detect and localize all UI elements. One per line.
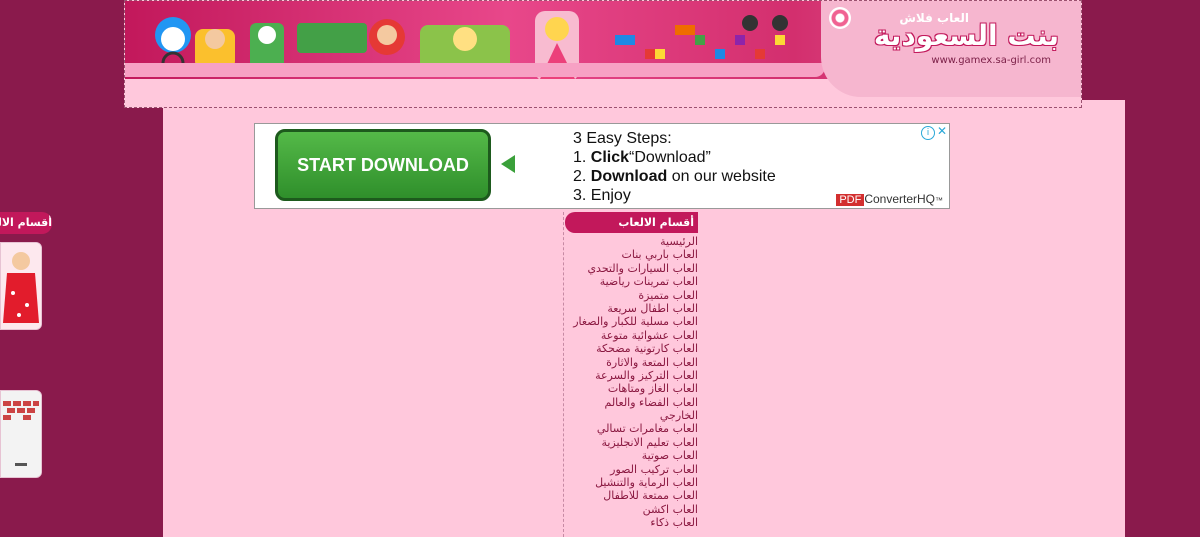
category-link[interactable]: العاب باربي بنات — [565, 248, 698, 261]
logo-url: www.gamex.sa-girl.com — [931, 55, 1051, 66]
candy-icon — [829, 7, 851, 29]
category-link[interactable]: العاب الفضاء والعالم — [565, 396, 699, 409]
category-link[interactable]: العاب عشوائية متوعة — [565, 329, 698, 342]
ad-close-icon[interactable]: ✕ — [937, 124, 947, 138]
doll-image — [1, 243, 41, 329]
ad-steps: 3 Easy Steps: 1. Click“Download” 2. Down… — [573, 129, 776, 205]
categories-menu: أقسام الالعاب الرئيسية العاب باربي بنات ال… — [563, 212, 698, 537]
game-thumbnail[interactable] — [0, 242, 42, 330]
advertisement[interactable]: START DOWNLOAD 3 Easy Steps: 1. Click“Do… — [254, 123, 950, 209]
category-link[interactable]: العاب التركيز والسرعة — [565, 369, 698, 382]
category-link[interactable]: الرئيسية — [565, 235, 698, 248]
ad-step-1: 1. Click“Download” — [573, 149, 711, 166]
ad-info-icon[interactable]: i — [921, 126, 935, 140]
start-download-button[interactable]: START DOWNLOAD — [275, 129, 491, 201]
left-sidebar: أقسام الالعاب — [0, 0, 58, 537]
category-link[interactable]: العاب تمرينات رياضية — [565, 275, 698, 288]
category-link[interactable]: العاب صوتية — [565, 449, 698, 462]
categories-heading: أقسام الالعاب — [565, 212, 698, 233]
category-link[interactable]: العاب السيارات والتحدي — [565, 262, 698, 275]
category-link[interactable]: العاب كارتونية مضحكة — [565, 342, 698, 355]
category-link[interactable]: العاب اكشن — [565, 503, 698, 516]
ad-steps-title: 3 Easy Steps: — [573, 130, 672, 147]
categories-list: الرئيسية العاب باربي بنات العاب السيارات و… — [565, 235, 698, 530]
category-link[interactable]: الخارجي — [565, 409, 698, 422]
side-categories-heading: أقسام الالعاب — [0, 212, 52, 234]
banner-band — [125, 63, 825, 77]
game-thumbnail[interactable] — [0, 390, 42, 478]
ad-brand-logo: PDF ConverterHQ™ — [836, 192, 943, 206]
category-link[interactable]: العاب مغامرات تسالي — [565, 422, 698, 435]
category-link[interactable]: العاب ذكاء — [565, 516, 698, 529]
category-link[interactable]: العاب المتعة والاثارة — [565, 356, 698, 369]
ad-step-2: 2. Download on our website — [573, 168, 776, 185]
site-banner: العاب فلاش بنت السعودية www.gamex.sa-gir… — [124, 0, 1082, 108]
category-link[interactable]: العاب تركيب الصور — [565, 463, 698, 476]
site-logo[interactable]: العاب فلاش بنت السعودية www.gamex.sa-gir… — [821, 1, 1081, 97]
logo-title: بنت السعودية — [873, 19, 1059, 52]
category-link[interactable]: العاب الرماية والتنشيل — [565, 476, 698, 489]
category-link[interactable]: العاب ممتعة للاطفال — [565, 489, 698, 502]
category-link[interactable]: العاب اطفال سريعة — [565, 302, 698, 315]
brick-game-image — [1, 391, 41, 477]
category-link[interactable]: العاب مسلية للكبار والصغار — [565, 315, 698, 328]
category-link[interactable]: العاب متميزة — [565, 289, 698, 302]
arrow-left-icon — [501, 155, 515, 173]
category-link[interactable]: العاب الغاز ومتاهات — [565, 382, 698, 395]
category-link[interactable]: العاب تعليم الانجليزية — [565, 436, 698, 449]
ad-step-3: 3. Enjoy — [573, 187, 631, 204]
